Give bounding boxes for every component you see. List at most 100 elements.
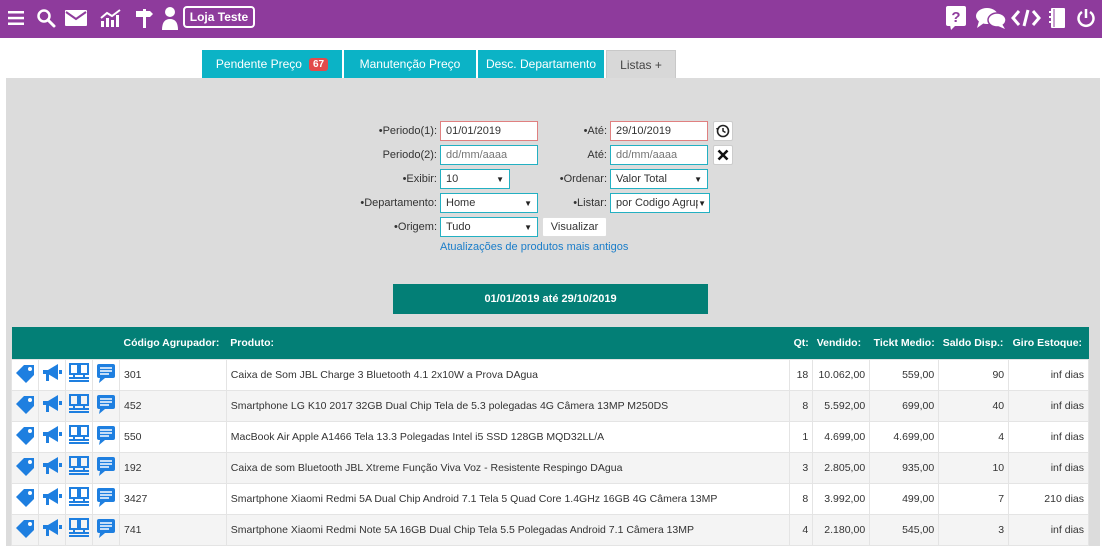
signpost-icon[interactable] [132, 4, 156, 32]
tag-icon[interactable] [14, 425, 36, 445]
table-row[interactable]: 741 Smartphone Xiaomi Redmi Note 5A 16GB… [11, 513, 1089, 546]
exibir-value: 10 [446, 173, 459, 185]
compare-cell[interactable] [65, 358, 93, 391]
cell-produto: MacBook Air Apple A1466 Tela 13.3 Polega… [225, 420, 791, 453]
comment-icon[interactable] [95, 456, 117, 476]
main-panel: •Periodo(1): •Até: Periodo(2): Até: •Exi… [6, 78, 1100, 546]
older-updates-link[interactable]: Atualizações de produtos mais antigos [440, 241, 628, 253]
table-row[interactable]: 452 Smartphone LG K10 2017 32GB Dual Chi… [11, 389, 1089, 422]
power-icon[interactable] [1074, 4, 1098, 32]
megaphone-cell[interactable] [38, 482, 66, 515]
comment-cell[interactable] [92, 482, 120, 515]
comment-cell[interactable] [92, 389, 120, 422]
compare-icon[interactable] [68, 425, 90, 445]
history-button[interactable] [713, 121, 733, 141]
table-row[interactable]: 192 Caixa de som Bluetooth JBL Xtreme Fu… [11, 451, 1089, 484]
store-selector-button[interactable]: Loja Teste [183, 6, 255, 28]
cell-ticket: 499,00 [869, 482, 940, 515]
cell-vendido: 10.062,00 [812, 358, 871, 391]
comment-cell[interactable] [92, 420, 120, 453]
help-icon[interactable]: ? [944, 4, 968, 32]
tag-cell[interactable] [11, 482, 39, 515]
compare-icon[interactable] [68, 518, 90, 538]
comment-icon[interactable] [95, 518, 117, 538]
header-qt[interactable]: Qt: [789, 327, 813, 359]
ate2-input[interactable] [616, 149, 702, 161]
table-row[interactable]: 3427 Smartphone Xiaomi Redmi 5A Dual Chi… [11, 482, 1089, 515]
header-giro[interactable]: Giro Estoque: [1008, 327, 1089, 359]
user-icon[interactable] [160, 4, 184, 32]
tag-cell[interactable] [11, 358, 39, 391]
megaphone-icon[interactable] [41, 425, 63, 445]
tag-icon[interactable] [14, 394, 36, 414]
tag-icon[interactable] [14, 487, 36, 507]
comment-cell[interactable] [92, 451, 120, 484]
tab-pendente-preco[interactable]: Pendente Preço 67 [202, 50, 342, 78]
compare-icon[interactable] [68, 394, 90, 414]
header-codigo[interactable]: Código Agrupador: [119, 327, 227, 359]
tab-desc-departamento[interactable]: Desc. Departamento [478, 50, 604, 78]
cell-qt: 8 [789, 482, 814, 515]
tab-bar: Pendente Preço 67 Manutenção Preço Desc.… [0, 50, 1102, 78]
ate1-input[interactable] [616, 125, 702, 137]
departamento-label: •Departamento: [360, 197, 437, 209]
menu-icon[interactable] [6, 4, 26, 32]
comment-cell[interactable] [92, 513, 120, 546]
header-saldo[interactable]: Saldo Disp.: [938, 327, 1009, 359]
ate2-field[interactable] [610, 145, 708, 165]
comment-cell[interactable] [92, 358, 120, 391]
origem-select[interactable]: Tudo ▼ [440, 217, 538, 237]
tag-icon[interactable] [14, 518, 36, 538]
cell-saldo: 90 [938, 358, 1010, 391]
megaphone-icon[interactable] [41, 456, 63, 476]
compare-cell[interactable] [65, 420, 93, 453]
notebook-icon[interactable] [1046, 4, 1068, 32]
comment-icon[interactable] [95, 425, 117, 445]
megaphone-cell[interactable] [38, 451, 66, 484]
compare-icon[interactable] [68, 363, 90, 383]
compare-cell[interactable] [65, 513, 93, 546]
tag-cell[interactable] [11, 389, 39, 422]
tag-cell[interactable] [11, 420, 39, 453]
tag-cell[interactable] [11, 513, 39, 546]
mail-icon[interactable] [62, 4, 90, 32]
compare-icon[interactable] [68, 487, 90, 507]
comment-icon[interactable] [95, 363, 117, 383]
table-row[interactable]: 301 Caixa de Som JBL Charge 3 Bluetooth … [11, 358, 1089, 391]
megaphone-icon[interactable] [41, 394, 63, 414]
ordenar-select[interactable]: Valor Total ▼ [610, 169, 708, 189]
megaphone-cell[interactable] [38, 420, 66, 453]
table-row[interactable]: 550 MacBook Air Apple A1466 Tela 13.3 Po… [11, 420, 1089, 453]
code-icon[interactable] [1010, 4, 1042, 32]
tag-cell[interactable] [11, 451, 39, 484]
compare-cell[interactable] [65, 389, 93, 422]
header-vendido[interactable]: Vendido: [812, 327, 870, 359]
megaphone-cell[interactable] [38, 358, 66, 391]
cell-saldo: 10 [938, 451, 1010, 484]
tab-manutencao-preco[interactable]: Manutenção Preço [344, 50, 476, 78]
ate1-field[interactable] [610, 121, 708, 141]
tag-icon[interactable] [14, 363, 36, 383]
cell-giro: inf dias [1008, 358, 1089, 391]
megaphone-icon[interactable] [41, 487, 63, 507]
chart-icon[interactable] [98, 4, 124, 32]
search-icon[interactable] [34, 4, 58, 32]
visualizar-button[interactable]: Visualizar [542, 217, 607, 237]
comment-icon[interactable] [95, 394, 117, 414]
megaphone-cell[interactable] [38, 513, 66, 546]
compare-icon[interactable] [68, 456, 90, 476]
chat-icon[interactable] [974, 4, 1008, 32]
megaphone-icon[interactable] [41, 363, 63, 383]
tag-icon[interactable] [14, 456, 36, 476]
tab-listas[interactable]: Listas + [606, 50, 676, 78]
megaphone-cell[interactable] [38, 389, 66, 422]
compare-cell[interactable] [65, 482, 93, 515]
megaphone-icon[interactable] [41, 518, 63, 538]
clear-button[interactable] [713, 145, 733, 165]
comment-icon[interactable] [95, 487, 117, 507]
cell-codigo: 452 [119, 389, 227, 422]
header-produto[interactable]: Produto: [226, 327, 790, 359]
header-ticket[interactable]: Tickt Medio: [869, 327, 939, 359]
compare-cell[interactable] [65, 451, 93, 484]
listar-select[interactable]: por Codigo Agrupa ▼ [610, 193, 710, 213]
